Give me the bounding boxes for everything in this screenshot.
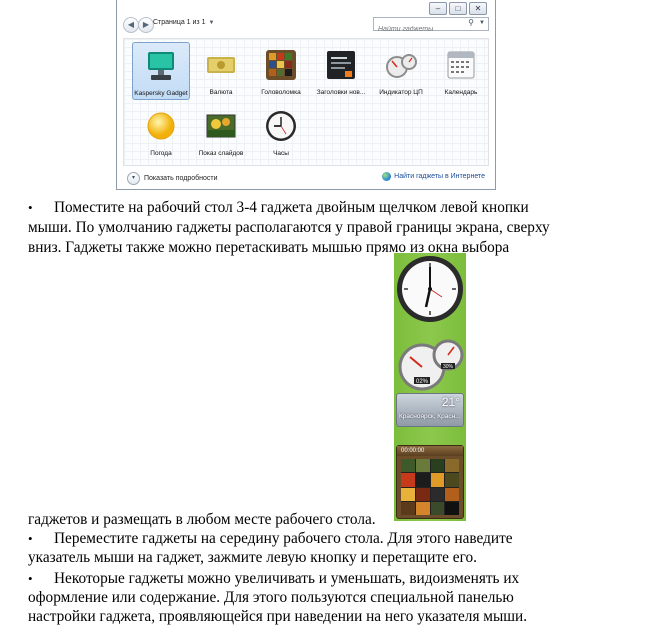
show-details-toggle[interactable]: ▾ Показать подробности [127,172,218,185]
puzzle-icon [266,50,296,80]
gallery-toolbar: ◀ ▶ Страница 1 из 1▼ ⚲ ▼ [123,16,489,35]
cpu-meter-icon [386,54,417,78]
paragraph-3-line-2: оформление или содержание. Для этого пол… [28,589,514,606]
clock-icon [266,111,296,141]
chevron-down-icon[interactable]: ▼ [479,20,485,26]
gadget-label: Головоломка [261,89,301,96]
memory-value: 30% [443,364,454,370]
gallery-footer: ▾ Показать подробности Найти гаджеты в И… [123,170,489,186]
paragraph-1-line-1: Поместите на рабочий стол 3-4 гаджета дв… [54,199,529,216]
paragraph-1-line-4: гаджетов и размещать в любом месте рабоч… [28,511,376,528]
gadget-label: Погода [150,150,172,157]
gadget-label: Показ слайдов [198,150,244,157]
gadget-tile-weather[interactable]: Погода [132,103,190,161]
gadget-tile-slideshow[interactable]: Показ слайдов [192,103,250,161]
page-label: Страница 1 из 1 [153,19,206,26]
find-online-label: Найти гаджеты в Интернете [394,173,485,180]
page-selector[interactable]: Страница 1 из 1 ▼ [153,19,214,26]
desktop-sidebar-screenshot: 02% 30% 21° Красноярск, Красн... 00:00:0… [394,253,466,521]
maximize-button[interactable]: □ [449,2,467,15]
gadget-gallery-window: – □ ✕ ◀ ▶ Страница 1 из 1▼ ⚲ ▼ Kaspersky… [116,0,496,190]
currency-icon [207,57,235,73]
cpu-meter-gadget: 02% 30% [398,339,464,391]
search-icon[interactable]: ⚲ [468,18,474,27]
calendar-icon [447,51,475,79]
paragraph-2-line-1: Переместите гаджеты на середину рабочего… [54,530,513,547]
gadget-tile-calendar[interactable]: Календарь [432,42,490,100]
gadget-label: Часы [273,150,289,157]
gadget-label: Индикатор ЦП [379,89,423,96]
gadget-label: Календарь [444,89,478,96]
chevron-down-icon: ▼ [208,20,215,26]
find-online-link[interactable]: Найти гаджеты в Интернете [382,172,485,181]
prev-page-button[interactable]: ◀ [123,17,139,33]
bullet: • [28,571,33,586]
window-controls: – □ ✕ [429,2,487,15]
cpu-value: 02% [416,379,429,385]
weather-gadget: 21° Красноярск, Красн... [396,393,464,427]
search-input[interactable] [374,24,456,35]
bullet: • [28,200,33,215]
gadget-tile-clock[interactable]: Часы [252,103,310,161]
weather-temperature: 21° [441,395,460,409]
puzzle-gadget: 00:00:00 [396,445,464,519]
gadget-tile-kaspersky[interactable]: Kaspersky Gadget [132,42,190,100]
paragraph-3-line-1: Некоторые гаджеты можно увеличивать и ум… [54,570,520,587]
puzzle-timer: 00:00:00 [397,446,463,456]
gadget-label: Kaspersky Gadget [134,90,188,97]
next-page-button[interactable]: ▶ [138,17,154,33]
bullet: • [28,531,33,546]
gadget-label: Валюта [209,89,233,96]
gadget-tile-puzzle[interactable]: Головоломка [252,42,310,100]
minimize-button[interactable]: – [429,2,447,15]
gadget-tile-cpu[interactable]: Индикатор ЦП [372,42,430,100]
clock-gadget [397,256,463,322]
show-details-label: Показать подробности [144,175,218,182]
paragraph-2-line-2: указатель мыши на гаджет, зажмите левую … [28,549,477,566]
search-box[interactable]: ⚲ ▼ [373,17,489,35]
weather-city: Красноярск, Красн... [399,413,461,420]
gadget-label: Заголовки нов... [316,89,366,96]
gadget-tile-news[interactable]: Заголовки нов... [312,42,370,100]
news-icon [327,51,355,79]
weather-icon [147,112,175,140]
globe-icon [382,172,392,181]
paragraph-1-line-2: мыши. По умолчанию гаджеты располагаются… [28,219,550,236]
close-button[interactable]: ✕ [469,2,487,15]
gadget-tile-currency[interactable]: Валюта [192,42,250,100]
paragraph-3-line-3: настройки гаджета, проявляющейся при нав… [28,608,528,625]
slideshow-icon [206,114,236,138]
puzzle-grid [401,459,459,515]
gadget-grid: Kaspersky Gadget Валюта Головоломка Заго… [123,38,489,166]
kaspersky-icon [148,52,174,80]
chevron-down-icon: ▾ [127,172,140,185]
